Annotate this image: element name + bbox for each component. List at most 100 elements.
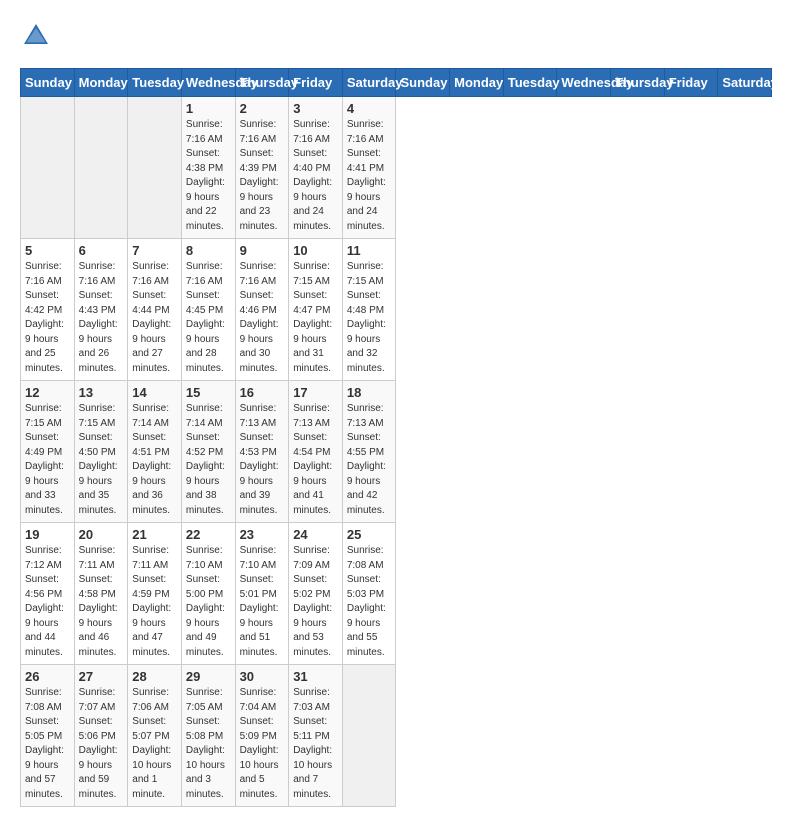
calendar-cell: 29 Sunrise: 7:05 AM Sunset: 5:08 PM Dayli…: [181, 665, 235, 807]
day-number: 2: [240, 101, 285, 116]
header-day-friday: Friday: [289, 69, 343, 97]
day-number: 24: [293, 527, 338, 542]
day-number: 30: [240, 669, 285, 684]
day-info: Sunrise: 7:05 AM Sunset: 5:08 PM Dayligh…: [186, 686, 231, 802]
day-number: 1: [186, 101, 231, 116]
week-row-1: 5 Sunrise: 7:16 AM Sunset: 4:42 PM Daylig…: [21, 239, 772, 381]
header-day-wednesday: Wednesday: [557, 69, 611, 97]
calendar-cell: 18 Sunrise: 7:13 AM Sunset: 4:55 PM Dayli…: [342, 381, 396, 523]
calendar-cell: 31 Sunrise: 7:03 AM Sunset: 5:11 PM Dayli…: [289, 665, 343, 807]
day-info: Sunrise: 7:15 AM Sunset: 4:48 PM Dayligh…: [347, 260, 392, 376]
day-number: 17: [293, 385, 338, 400]
calendar-cell: 21 Sunrise: 7:11 AM Sunset: 4:59 PM Dayli…: [128, 523, 182, 665]
day-number: 20: [79, 527, 124, 542]
day-number: 9: [240, 243, 285, 258]
day-number: 19: [25, 527, 70, 542]
calendar-cell: 27Sunrise: 7:07 AM Sunset: 5:06 PM Dayli…: [74, 665, 128, 807]
calendar-cell: [128, 97, 182, 239]
calendar-cell: 1 Sunrise: 7:16 AM Sunset: 4:38 PM Daylig…: [181, 97, 235, 239]
calendar-cell: 24Sunrise: 7:09 AM Sunset: 5:02 PM Dayli…: [289, 523, 343, 665]
calendar-cell: 23Sunrise: 7:10 AM Sunset: 5:01 PM Dayli…: [235, 523, 289, 665]
calendar-cell: [21, 97, 75, 239]
day-info: Sunrise: 7:15 AM Sunset: 4:47 PM Dayligh…: [293, 260, 338, 376]
header-day-saturday: Saturday: [342, 69, 396, 97]
calendar-cell: [342, 665, 396, 807]
day-info: Sunrise: 7:10 AM Sunset: 5:00 PM Dayligh…: [186, 544, 231, 660]
calendar-cell: 28Sunrise: 7:06 AM Sunset: 5:07 PM Dayli…: [128, 665, 182, 807]
day-info: Sunrise: 7:16 AM Sunset: 4:39 PM Dayligh…: [240, 118, 285, 234]
calendar-cell: 15 Sunrise: 7:14 AM Sunset: 4:52 PM Dayli…: [181, 381, 235, 523]
week-row-0: 1 Sunrise: 7:16 AM Sunset: 4:38 PM Daylig…: [21, 97, 772, 239]
day-number: 23: [240, 527, 285, 542]
header-day-sunday: Sunday: [21, 69, 75, 97]
calendar-cell: 2 Sunrise: 7:16 AM Sunset: 4:39 PM Daylig…: [235, 97, 289, 239]
day-info: Sunrise: 7:16 AM Sunset: 4:45 PM Dayligh…: [186, 260, 231, 376]
calendar-cell: 30 Sunrise: 7:04 AM Sunset: 5:09 PM Dayli…: [235, 665, 289, 807]
calendar-cell: 9Sunrise: 7:16 AM Sunset: 4:46 PM Daylig…: [235, 239, 289, 381]
day-number: 29: [186, 669, 231, 684]
day-number: 6: [79, 243, 124, 258]
day-info: Sunrise: 7:13 AM Sunset: 4:53 PM Dayligh…: [240, 402, 285, 518]
header-day-monday: Monday: [74, 69, 128, 97]
day-info: Sunrise: 7:16 AM Sunset: 4:42 PM Dayligh…: [25, 260, 70, 376]
header-day-wednesday: Wednesday: [181, 69, 235, 97]
header-day-thursday: Thursday: [611, 69, 665, 97]
calendar-cell: 3Sunrise: 7:16 AM Sunset: 4:40 PM Daylig…: [289, 97, 343, 239]
day-number: 18: [347, 385, 392, 400]
calendar-cell: 10 Sunrise: 7:15 AM Sunset: 4:47 PM Dayli…: [289, 239, 343, 381]
day-info: Sunrise: 7:15 AM Sunset: 4:49 PM Dayligh…: [25, 402, 70, 518]
day-info: Sunrise: 7:16 AM Sunset: 4:38 PM Dayligh…: [186, 118, 231, 234]
calendar-cell: 5 Sunrise: 7:16 AM Sunset: 4:42 PM Daylig…: [21, 239, 75, 381]
day-info: Sunrise: 7:11 AM Sunset: 4:58 PM Dayligh…: [79, 544, 124, 660]
day-info: Sunrise: 7:11 AM Sunset: 4:59 PM Dayligh…: [132, 544, 177, 660]
day-number: 15: [186, 385, 231, 400]
day-info: Sunrise: 7:04 AM Sunset: 5:09 PM Dayligh…: [240, 686, 285, 802]
calendar-cell: 22 Sunrise: 7:10 AM Sunset: 5:00 PM Dayli…: [181, 523, 235, 665]
calendar-cell: 12Sunrise: 7:15 AM Sunset: 4:49 PM Dayli…: [21, 381, 75, 523]
header-day-tuesday: Tuesday: [128, 69, 182, 97]
calendar-cell: 6 Sunrise: 7:16 AM Sunset: 4:43 PM Daylig…: [74, 239, 128, 381]
day-number: 4: [347, 101, 392, 116]
header-day-tuesday: Tuesday: [503, 69, 557, 97]
day-number: 21: [132, 527, 177, 542]
day-number: 11: [347, 243, 392, 258]
day-info: Sunrise: 7:03 AM Sunset: 5:11 PM Dayligh…: [293, 686, 338, 802]
logo: [20, 20, 56, 52]
calendar-cell: 20 Sunrise: 7:11 AM Sunset: 4:58 PM Dayli…: [74, 523, 128, 665]
header-day-friday: Friday: [664, 69, 718, 97]
day-number: 5: [25, 243, 70, 258]
day-info: Sunrise: 7:08 AM Sunset: 5:03 PM Dayligh…: [347, 544, 392, 660]
day-info: Sunrise: 7:07 AM Sunset: 5:06 PM Dayligh…: [79, 686, 124, 802]
calendar-cell: 19 Sunrise: 7:12 AM Sunset: 4:56 PM Dayli…: [21, 523, 75, 665]
day-info: Sunrise: 7:16 AM Sunset: 4:40 PM Dayligh…: [293, 118, 338, 234]
day-info: Sunrise: 7:08 AM Sunset: 5:05 PM Dayligh…: [25, 686, 70, 802]
day-info: Sunrise: 7:06 AM Sunset: 5:07 PM Dayligh…: [132, 686, 177, 802]
day-info: Sunrise: 7:16 AM Sunset: 4:43 PM Dayligh…: [79, 260, 124, 376]
day-number: 13: [79, 385, 124, 400]
day-number: 16: [240, 385, 285, 400]
day-number: 31: [293, 669, 338, 684]
calendar-cell: 13 Sunrise: 7:15 AM Sunset: 4:50 PM Dayli…: [74, 381, 128, 523]
day-number: 7: [132, 243, 177, 258]
page-header: [20, 20, 772, 52]
calendar-cell: [74, 97, 128, 239]
day-info: Sunrise: 7:15 AM Sunset: 4:50 PM Dayligh…: [79, 402, 124, 518]
calendar-cell: 26 Sunrise: 7:08 AM Sunset: 5:05 PM Dayli…: [21, 665, 75, 807]
calendar-cell: 7 Sunrise: 7:16 AM Sunset: 4:44 PM Daylig…: [128, 239, 182, 381]
day-info: Sunrise: 7:14 AM Sunset: 4:52 PM Dayligh…: [186, 402, 231, 518]
day-info: Sunrise: 7:13 AM Sunset: 4:55 PM Dayligh…: [347, 402, 392, 518]
calendar-cell: 16 Sunrise: 7:13 AM Sunset: 4:53 PM Dayli…: [235, 381, 289, 523]
calendar-cell: 25Sunrise: 7:08 AM Sunset: 5:03 PM Dayli…: [342, 523, 396, 665]
header-day-thursday: Thursday: [235, 69, 289, 97]
day-number: 22: [186, 527, 231, 542]
day-info: Sunrise: 7:16 AM Sunset: 4:44 PM Dayligh…: [132, 260, 177, 376]
day-info: Sunrise: 7:12 AM Sunset: 4:56 PM Dayligh…: [25, 544, 70, 660]
header-day-saturday: Saturday: [718, 69, 772, 97]
calendar-cell: 17Sunrise: 7:13 AM Sunset: 4:54 PM Dayli…: [289, 381, 343, 523]
day-number: 10: [293, 243, 338, 258]
header-day-sunday: Sunday: [396, 69, 450, 97]
calendar-cell: 11 Sunrise: 7:15 AM Sunset: 4:48 PM Dayli…: [342, 239, 396, 381]
day-info: Sunrise: 7:14 AM Sunset: 4:51 PM Dayligh…: [132, 402, 177, 518]
calendar-cell: 14Sunrise: 7:14 AM Sunset: 4:51 PM Dayli…: [128, 381, 182, 523]
day-number: 26: [25, 669, 70, 684]
